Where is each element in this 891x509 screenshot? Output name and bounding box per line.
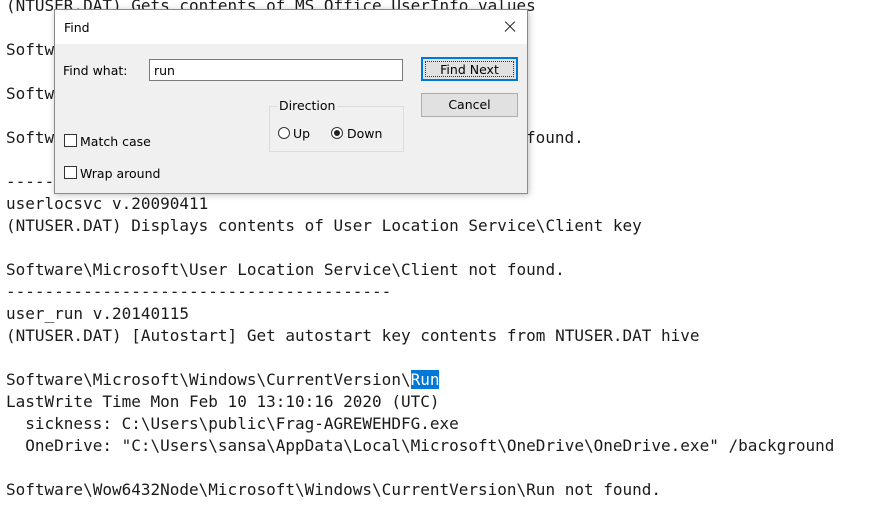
- editor-line-text: Software\Microsoft\Windows\CurrentVersio…: [6, 370, 411, 389]
- editor-line: (NTUSER.DAT) Displays contents of User L…: [6, 216, 642, 235]
- close-icon[interactable]: [499, 16, 521, 38]
- match-case-label[interactable]: Match case: [80, 134, 151, 149]
- direction-label: Direction: [277, 98, 338, 113]
- radio-selected-dot: [334, 130, 340, 136]
- editor-line: LastWrite Time Mon Feb 10 13:10:16 2020 …: [6, 392, 440, 411]
- find-next-button[interactable]: Find Next: [421, 57, 518, 81]
- cancel-button[interactable]: Cancel: [421, 93, 518, 117]
- up-label[interactable]: Up: [293, 126, 310, 141]
- editor-line: Softw: [6, 128, 55, 147]
- dialog-title: Find: [64, 20, 90, 35]
- editor-line: OneDrive: "C:\Users\sansa\AppData\Local\…: [6, 436, 835, 455]
- find-what-label: Find what:: [63, 63, 128, 78]
- editor-line: Software\Wow6432Node\Microsoft\Windows\C…: [6, 480, 662, 499]
- editor-line: ----------------------------------------: [6, 282, 392, 301]
- wrap-around-checkbox[interactable]: [64, 166, 77, 179]
- editor-line: Softw: [6, 40, 55, 59]
- editor-line: user_run v.20140115: [6, 304, 190, 323]
- wrap-around-label[interactable]: Wrap around: [80, 166, 160, 181]
- find-what-input[interactable]: run: [149, 59, 403, 81]
- find-next-label: Find Next: [425, 61, 514, 77]
- editor-line: userlocsvc v.20090411: [6, 194, 209, 213]
- find-dialog: Find Find what: run Find Next Cancel Dir…: [54, 9, 528, 194]
- down-radio[interactable]: [331, 127, 343, 139]
- editor-line: -----: [6, 172, 55, 191]
- editor-line: Softw: [6, 84, 55, 103]
- match-case-checkbox[interactable]: [64, 134, 77, 147]
- up-radio[interactable]: [278, 127, 290, 139]
- selected-match: Run: [410, 370, 440, 389]
- editor-line: (NTUSER.DAT) [Autostart] Get autostart k…: [6, 326, 700, 345]
- dialog-titlebar[interactable]: Find: [55, 10, 527, 44]
- editor-line-partial: found.: [526, 128, 584, 147]
- down-label[interactable]: Down: [347, 126, 382, 141]
- editor-line: Software\Microsoft\Windows\CurrentVersio…: [6, 369, 440, 391]
- editor-line: Software\Microsoft\User Location Service…: [6, 260, 565, 279]
- editor-line: sickness: C:\Users\public\Frag-AGREWEHDF…: [6, 414, 459, 433]
